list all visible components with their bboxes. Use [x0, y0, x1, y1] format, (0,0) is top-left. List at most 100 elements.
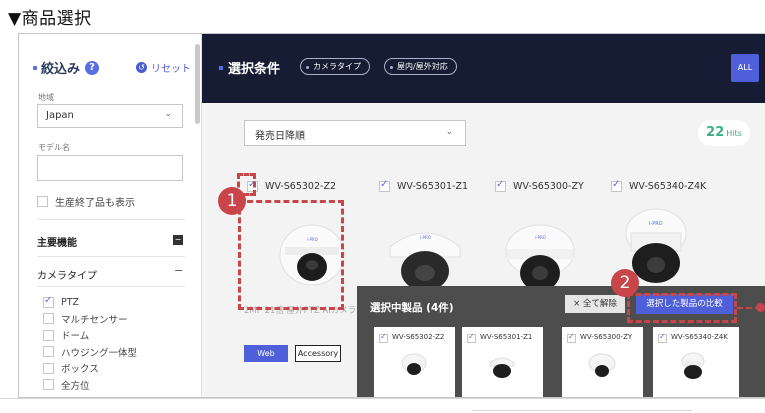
sidebar-scrollbar[interactable] — [195, 44, 200, 124]
svg-text:i-PRO: i-PRO — [535, 235, 546, 240]
selected-product-card[interactable]: WV-S65302-Z2 — [374, 327, 455, 397]
web-button[interactable]: Web — [244, 345, 288, 362]
hits-count: 22 — [706, 125, 725, 140]
hits-unit: Hits — [726, 129, 742, 138]
checkbox[interactable] — [43, 362, 54, 374]
divider — [37, 286, 185, 287]
clear-all-button[interactable]: × 全て解除 — [565, 295, 625, 313]
annotation-endpoint — [756, 303, 765, 312]
camera-image[interactable]: i-PRO — [380, 213, 470, 295]
filter-chip-indoor-outdoor[interactable]: 屋内/屋外対応 — [384, 58, 457, 75]
svg-text:i-PRO: i-PRO — [649, 221, 663, 227]
camera-thumbnail — [401, 353, 427, 375]
conditions-bar: 選択条件 カメラタイプ 屋内/屋外対応 ALL — [202, 34, 765, 103]
camera-type-option[interactable]: ボックス — [43, 360, 137, 377]
product-card-header[interactable]: WV-S65302-Z2 — [247, 179, 336, 192]
bullet-icon — [33, 65, 37, 70]
bullet-icon — [219, 65, 223, 70]
annotation-product-highlight — [238, 200, 344, 310]
selected-product-name: WV-S65300-ZY — [580, 333, 633, 341]
checkbox[interactable] — [43, 346, 54, 358]
camera-thumbnail — [681, 352, 705, 379]
checkbox[interactable] — [43, 379, 54, 391]
checkbox[interactable] — [658, 332, 667, 343]
divider — [37, 219, 185, 220]
option-label: ハウジング一体型 — [61, 347, 138, 359]
camera-thumbnail — [588, 353, 616, 377]
checkbox[interactable] — [43, 329, 54, 341]
divider — [472, 410, 692, 411]
selected-product-card[interactable]: WV-S65301-Z1 — [462, 327, 543, 397]
eol-checkbox[interactable] — [37, 196, 48, 207]
chevron-down-icon: ⌄ — [445, 127, 453, 137]
camera-thumbnail — [489, 357, 515, 378]
product-name: WV-S65300-ZY — [513, 181, 584, 192]
product-name: WV-S65302-Z2 — [265, 181, 336, 192]
product-checkbox[interactable] — [611, 179, 622, 192]
annotation-compare-highlight — [627, 293, 737, 323]
sort-value: 発売日降順 — [255, 131, 305, 142]
filter-sidebar: 絞込み ? ↺ リセット 地域 Japan ⌄ モデル名 生産終了品も表示 主要… — [19, 34, 202, 397]
model-label: モデル名 — [38, 143, 70, 152]
product-checkbox[interactable] — [495, 179, 506, 192]
chevron-down-icon: ⌄ — [164, 109, 172, 119]
camera-type-option[interactable]: ドーム — [43, 327, 137, 344]
checkbox[interactable] — [567, 332, 576, 343]
region-select[interactable]: Japan ⌄ — [37, 104, 183, 128]
filter-title: 絞込み ? — [33, 58, 100, 77]
product-card-header[interactable]: WV-S65340-Z4K — [611, 179, 707, 192]
checkbox[interactable] — [43, 313, 54, 325]
help-icon[interactable]: ? — [85, 60, 100, 75]
region-label: 地域 — [38, 93, 54, 102]
camera-type-option[interactable]: 全方位 — [43, 377, 137, 394]
option-label: ボックス — [61, 364, 99, 376]
collapse-icon[interactable]: − — [173, 235, 183, 245]
reset-icon: ↺ — [136, 62, 147, 73]
conditions-title-label: 選択条件 — [228, 62, 281, 77]
annotation-badge-2: 2 — [611, 269, 639, 297]
product-checkbox[interactable] — [379, 179, 390, 192]
selected-product-card[interactable]: WV-S65300-ZY — [562, 327, 643, 397]
option-label: PTZ — [61, 296, 80, 308]
hits-badge: 22 Hits — [698, 120, 750, 146]
selected-product-name: WV-S65301-Z1 — [480, 333, 533, 341]
checkbox[interactable] — [379, 332, 388, 343]
checkbox[interactable] — [43, 295, 54, 308]
features-title: 主要機能 — [37, 238, 77, 249]
product-card-header[interactable]: WV-S65300-ZY — [495, 179, 584, 192]
checkbox[interactable] — [467, 332, 476, 343]
camera-type-option[interactable]: PTZ — [43, 294, 137, 311]
option-label: ドーム — [61, 331, 90, 343]
product-name: WV-S65301-Z1 — [397, 181, 468, 192]
option-label: 全方位 — [61, 380, 90, 392]
product-name: WV-S65340-Z4K — [629, 181, 707, 192]
camera-type-title: カメラタイプ — [37, 271, 97, 282]
accessory-button[interactable]: Accessory — [295, 345, 341, 362]
model-name-input[interactable] — [37, 155, 183, 181]
divider — [0, 398, 765, 399]
filter-title-label: 絞込み — [41, 62, 81, 77]
sort-select[interactable]: 発売日降順 ⌄ — [244, 120, 466, 146]
camera-type-list: PTZ マルチセンサー ドーム ハウジング一体型 ボックス 全方位 — [43, 294, 137, 393]
camera-image[interactable]: i-PRO — [495, 213, 585, 295]
filter-chip-camera-type[interactable]: カメラタイプ — [300, 58, 370, 75]
reset-button[interactable]: ↺ リセット — [136, 60, 191, 75]
divider — [37, 256, 185, 257]
selected-product-name: WV-S65302-Z2 — [392, 333, 445, 341]
all-button[interactable]: ALL — [731, 54, 759, 82]
product-selector-frame: 絞込み ? ↺ リセット 地域 Japan ⌄ モデル名 生産終了品も表示 主要… — [18, 33, 765, 398]
camera-type-option[interactable]: マルチセンサー — [43, 311, 137, 328]
option-label: マルチセンサー — [61, 314, 128, 326]
annotation-badge-1: 1 — [218, 187, 246, 215]
svg-text:i-PRO: i-PRO — [420, 235, 431, 240]
eol-toggle[interactable]: 生産終了品も表示 — [37, 194, 135, 209]
selected-products-title: 選択中製品 (4件) — [370, 302, 454, 314]
eol-label: 生産終了品も表示 — [55, 198, 135, 209]
camera-type-option[interactable]: ハウジング一体型 — [43, 344, 137, 361]
page-heading: ▼商品選択 — [8, 9, 92, 29]
minus-icon[interactable]: − — [174, 264, 183, 277]
product-card-header[interactable]: WV-S65301-Z1 — [379, 179, 468, 192]
region-value: Japan — [46, 110, 74, 121]
reset-label: リセット — [151, 64, 191, 75]
selected-product-card[interactable]: WV-S65340-Z4K — [653, 327, 739, 397]
